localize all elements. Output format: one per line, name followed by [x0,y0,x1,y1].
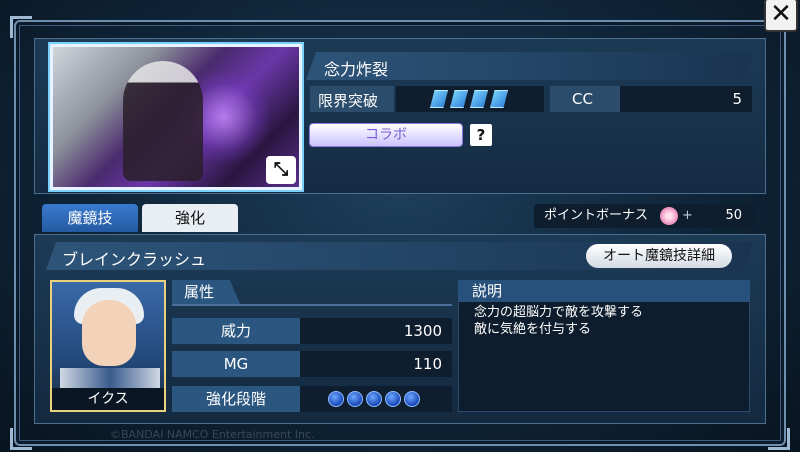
cc-value: 5 [620,86,752,112]
portrait-face [82,300,136,366]
point-bonus-plus: + [682,208,693,223]
limit-break-diamond-icon [490,90,508,108]
description-line: 念力の超脳力で敵を攻撃する [474,305,644,320]
mg-value: 110 [300,351,452,377]
limit-break-value [396,86,544,112]
description-line: 敵に気絶を付与する [474,322,592,337]
character-portrait: イクス [50,280,166,412]
skill-title-bar: 念力炸裂 [306,52,754,80]
frame-corner [10,16,32,38]
attributes-divider [172,304,452,306]
enhance-circle-icon [366,391,382,407]
point-bonus-value: 50 [725,208,742,223]
enhance-circle-icon [404,391,420,407]
close-button[interactable]: ✕ [766,0,796,30]
enhance-circle-icon [347,391,363,407]
limit-break-label: 限界突破 [310,86,394,112]
enhance-label: 強化段階 [172,386,300,412]
description-text: 念力の超脳力で敵を攻撃する 敵に気絶を付与する [474,304,744,338]
move-name: ブレインクラッシュ [62,250,207,269]
power-value: 1300 [300,318,452,344]
auto-details-button[interactable]: オート魔鏡技詳細 [586,244,732,268]
description-header: 説明 [458,280,750,302]
expand-icon[interactable]: ⤡ [266,156,296,184]
enhance-circle-icon [328,391,344,407]
limit-break-diamond-icon [450,90,468,108]
frame-corner [10,428,32,450]
character-figure [123,61,203,181]
copyright: ©BANDAI NAMCO Entertainment Inc. [110,428,315,441]
point-bonus: ポイントボーナス + 50 [534,204,754,228]
point-bonus-label: ポイントボーナス [544,208,649,223]
card-artwork[interactable] [50,44,302,190]
skill-title: 念力炸裂 [324,60,389,79]
attributes-tab: 属性 [172,280,240,304]
power-label: 威力 [172,318,300,344]
mg-label: MG [172,351,300,377]
enhance-circles [328,391,420,407]
limit-break-diamond-icon [430,90,448,108]
character-name: イクス [52,388,164,410]
collab-badge: コラボ [310,124,462,146]
enhance-circle-icon [385,391,401,407]
limit-break-diamonds [430,90,508,108]
limit-break-diamond-icon [470,90,488,108]
frame-corner [768,428,790,450]
tab-skill[interactable]: 魔鏡技 [42,204,138,232]
tab-enhance[interactable]: 強化 [142,204,238,232]
cc-label: CC [550,86,620,112]
help-button[interactable]: ? [470,124,492,146]
flower-icon [660,207,678,225]
